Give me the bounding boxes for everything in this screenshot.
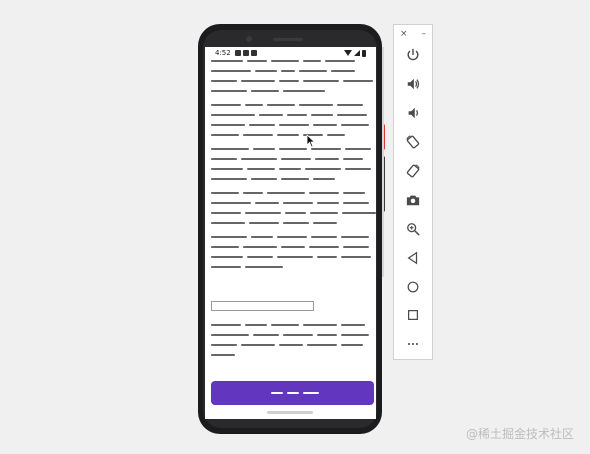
volume-down-icon <box>408 107 418 119</box>
volume-down-button[interactable] <box>394 99 432 128</box>
text-content-lower <box>205 323 376 367</box>
rotate-left-icon <box>406 135 420 149</box>
wifi-icon <box>344 50 352 56</box>
camera-icon <box>406 195 420 206</box>
close-icon[interactable]: × <box>400 29 408 41</box>
emulator-toolbar: × – <box>393 24 433 360</box>
paragraph <box>211 147 376 181</box>
earpiece-speaker <box>273 38 303 41</box>
home-button[interactable] <box>394 272 432 301</box>
more-button[interactable] <box>394 330 432 359</box>
screenshot-button[interactable] <box>394 185 432 214</box>
text-input[interactable] <box>211 301 314 311</box>
overview-button[interactable] <box>394 301 432 330</box>
notification-icon <box>234 50 241 56</box>
cloud-icon <box>250 50 257 56</box>
status-time: 4:52 <box>215 49 231 57</box>
back-button[interactable] <box>394 243 432 272</box>
status-bar: 4:52 <box>205 47 376 59</box>
battery-icon <box>362 49 366 57</box>
more-icon <box>408 343 418 346</box>
home-icon <box>407 281 419 292</box>
text-content <box>205 59 376 279</box>
paragraph <box>211 191 376 225</box>
paragraph <box>211 235 376 269</box>
watermark: @稀土掘金技术社区 <box>466 427 575 441</box>
overview-icon <box>408 310 418 321</box>
volume-up-icon <box>407 79 420 90</box>
mouse-cursor-icon <box>306 134 316 148</box>
paragraph <box>211 323 376 357</box>
volume-up-button[interactable] <box>394 70 432 99</box>
rotate-right-icon <box>406 164 420 178</box>
sim-icon <box>242 50 249 56</box>
primary-action-button[interactable] <box>211 381 374 405</box>
gesture-nav-handle[interactable] <box>267 411 313 414</box>
phone-screen: 4:52 <box>205 47 376 419</box>
back-icon <box>407 251 418 265</box>
paragraph <box>211 59 376 93</box>
zoom-button[interactable] <box>394 214 432 243</box>
front-camera <box>246 36 252 42</box>
rotate-right-button[interactable] <box>394 157 432 186</box>
paragraph <box>211 103 376 137</box>
power-icon <box>407 49 419 61</box>
zoom-icon <box>407 222 420 236</box>
minimize-icon[interactable]: – <box>422 29 427 41</box>
content-scrollbar[interactable] <box>382 47 384 277</box>
power-button[interactable] <box>394 41 432 70</box>
rotate-left-button[interactable] <box>394 128 432 157</box>
signal-icon <box>354 50 360 56</box>
